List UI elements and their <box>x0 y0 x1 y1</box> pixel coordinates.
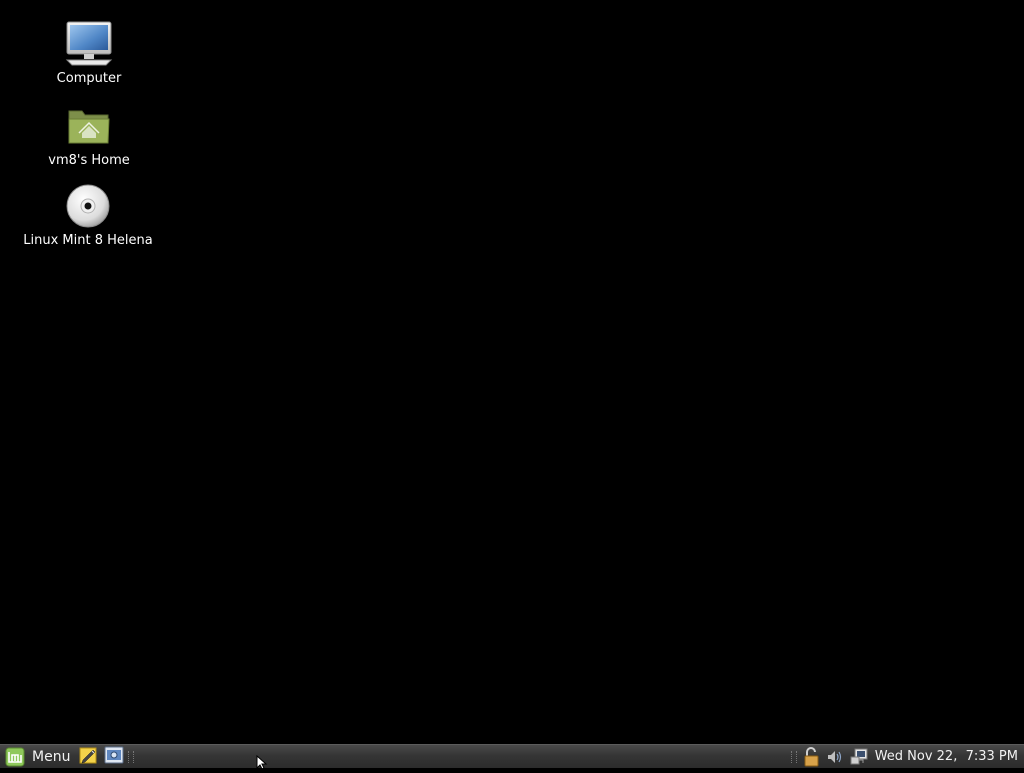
text-editor-icon <box>79 745 99 769</box>
desktop-icon-label: Linux Mint 8 Helena <box>23 233 153 248</box>
computer-icon <box>63 18 115 70</box>
clock[interactable]: Wed Nov 22, 7:33 PM <box>875 749 1018 764</box>
desktop-icon-dvd[interactable]: Linux Mint 8 Helena <box>13 180 163 248</box>
panel-handle[interactable] <box>128 750 135 763</box>
menu-button[interactable]: Menu <box>0 746 74 768</box>
dvd-disc-icon <box>62 180 114 232</box>
panel-handle[interactable] <box>790 750 797 763</box>
linux-mint-logo-icon <box>5 747 25 767</box>
volume-icon[interactable] <box>825 747 845 767</box>
text-editor-launcher[interactable] <box>79 747 99 767</box>
desktop-icon-computer[interactable]: Computer <box>14 18 164 86</box>
desktop-icon-home[interactable]: vm8's Home <box>14 100 164 168</box>
system-tray: Wed Nov 22, 7:33 PM <box>787 746 1024 768</box>
screenshot-tool-launcher[interactable] <box>104 745 124 769</box>
screenshot-tool-icon <box>104 745 124 769</box>
update-manager-lock-icon[interactable] <box>801 746 821 767</box>
desktop[interactable]: Computer vm8's Home Linux Mint 8 Helena <box>0 0 1024 744</box>
mouse-cursor-icon <box>256 754 268 770</box>
menu-label: Menu <box>32 748 71 765</box>
network-icon[interactable] <box>849 747 869 767</box>
desktop-icon-label: Computer <box>56 71 122 86</box>
desktop-icon-label: vm8's Home <box>48 153 130 168</box>
bottom-panel: Menu Wed Nov 22, 7:33 PM <box>0 744 1024 768</box>
home-folder-icon <box>63 100 115 152</box>
